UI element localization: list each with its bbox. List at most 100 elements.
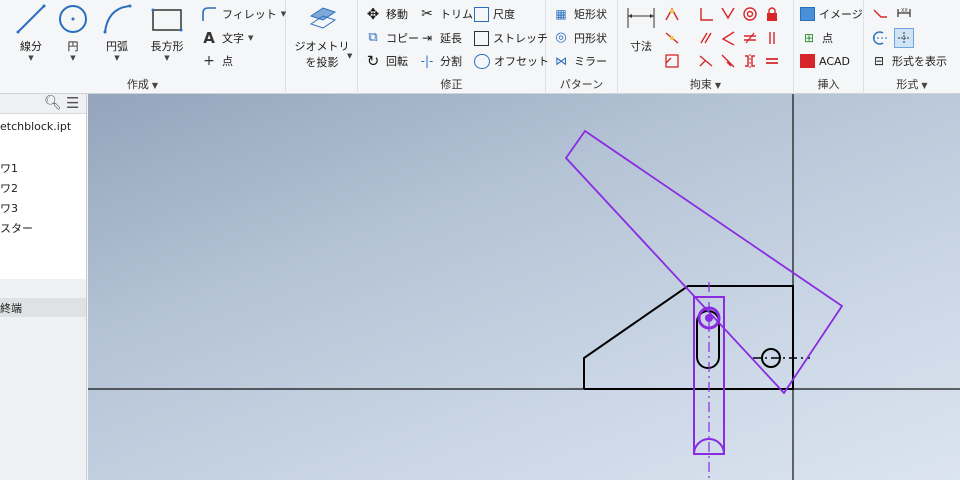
projected-arm [564,129,844,395]
chevron-down-icon[interactable]: ▼ [347,52,352,60]
copy-icon: ⧉ [368,30,378,45]
end-of-part-row[interactable]: 終端 [0,298,86,317]
arc-label: 円弧 [106,40,128,53]
collinear-icon[interactable] [662,28,682,48]
extend-button[interactable]: ⇥ 延長 [418,28,462,48]
chevron-down-icon: ▼ [28,54,34,62]
show-format-button[interactable]: ⊟ 形式を表示 [870,51,947,71]
insert-acad-button[interactable]: ACAD [800,51,850,71]
split-icon: -|- [420,54,434,68]
equal-slant-icon[interactable] [740,28,760,48]
modify-panel-title: 修正 [440,78,463,91]
scale-button[interactable]: 尺度 [474,4,515,24]
chevron-down-icon: ▼ [151,81,159,90]
dimension-icon [627,8,655,28]
browser-item[interactable]: ワ3 [0,200,18,216]
acad-icon [800,54,815,68]
stretch-button[interactable]: ストレッチ [474,28,548,48]
horizontal-icon[interactable] [696,51,716,71]
menu-icon[interactable]: ☰ [66,94,79,112]
point-button[interactable]: + 点 [200,51,233,71]
ribbon: 線分 ▼ 円 ▼ 円弧 ▼ 長方形 ▼ フィレット ▼ A 文字 ▼ + 点 作… [0,0,960,94]
mirror-icon: ⋈ [555,54,567,68]
parallel-icon[interactable] [696,28,716,48]
rectangle-button[interactable]: 長方形 ▼ [143,2,191,62]
rectangle-icon [151,8,183,32]
constrain-panel: 寸法 拘束 ▼ [618,0,794,94]
sketch-drawing [88,94,960,480]
dimension-button[interactable]: 寸法 [622,2,660,54]
format-panel: XX ⊟ 形式を表示 形式 ▼ [864,0,960,94]
chevron-down-icon: ▼ [70,54,76,62]
rectangle-label: 長方形 [150,40,184,53]
perpendicular-icon[interactable] [696,4,716,24]
insert-panel-title: 挿入 [817,78,840,91]
dimension-label: 寸法 [630,40,652,53]
modify-panel: ✥ 移動 ⧉ コピー ↻ 回転 ✂ トリム ⇥ 延長 -|- 分割 尺度 ストレッチ オフセ… [358,0,549,94]
move-button[interactable]: ✥ 移動 [364,4,408,24]
circle-label: 円 [67,40,79,53]
pattern-panel-title: パターン [559,78,604,91]
points-icon: ⊞ [803,31,815,45]
constrain-panel-title[interactable]: 拘束 ▼ [618,76,793,92]
browser-item[interactable]: スター [0,220,33,236]
copy-button[interactable]: ⧉ コピー [364,28,419,48]
create-panel-title[interactable]: 作成 ▼ [0,76,285,92]
browser-item[interactable]: ワ2 [0,180,18,196]
model-browser: 🔍︎ ☰ etchblock.ipt ワ1 ワ2 ワ3 スター 終端 [0,94,87,480]
scale-icon [474,6,489,22]
create-panel: 線分 ▼ 円 ▼ 円弧 ▼ 長方形 ▼ フィレット ▼ A 文字 ▼ + 点 作… [0,0,286,94]
project-geometry-button[interactable]: ジオメトリ を投影 [290,2,354,70]
project-label-1: ジオメトリ [294,40,350,53]
part-profile [583,285,794,390]
symmetric-icon[interactable] [740,51,760,71]
extend-icon: ⇥ [421,31,433,45]
center-point-icon[interactable] [894,28,914,48]
arc-icon [103,4,132,34]
driven-dimension-icon[interactable]: XX [894,4,914,24]
text-button[interactable]: A 文字 ▼ [200,28,253,48]
text-icon: A [203,29,215,47]
svg-text:XX: XX [901,8,908,14]
split-button[interactable]: -|- 分割 [418,51,462,71]
text-label: 文字 [222,32,244,45]
vertical-icon[interactable] [762,28,782,48]
concentric-icon[interactable] [662,51,682,71]
pattern-panel: ▦ 矩形状 ◎ 円形状 ⋈ ミラー パターン [546,0,618,94]
browser-item[interactable]: ワ1 [0,160,18,176]
centerline-icon[interactable] [870,28,890,48]
tangent-icon[interactable] [718,4,738,24]
equal-icon[interactable] [762,51,782,71]
rect-pattern-button[interactable]: ▦ 矩形状 [552,4,607,24]
format-panel-title[interactable]: 形式 ▼ [864,76,960,92]
circle-icon [59,5,87,33]
fillet-button[interactable]: フィレット ▼ [200,4,286,24]
line-button[interactable]: 線分 ▼ [8,2,54,62]
circular-pattern-button[interactable]: ◎ 円形状 [552,28,607,48]
rotate-button[interactable]: ↻ 回転 [364,51,408,71]
projected-pin-inner [705,314,713,322]
fix-icon[interactable] [718,51,738,71]
chevron-down-icon: ▼ [921,81,928,90]
circular-pattern-icon: ◎ [555,30,567,45]
project-geometry-icon [309,7,337,29]
circle-button[interactable]: 円 ▼ [50,2,96,62]
coincident-icon[interactable] [662,4,682,24]
construction-icon[interactable] [870,4,890,24]
chevron-down-icon: ▼ [114,54,120,62]
browser-file-node[interactable]: etchblock.ipt [0,120,71,133]
arc-button[interactable]: 円弧 ▼ [94,2,140,62]
angle-icon[interactable] [718,28,738,48]
smooth-icon[interactable] [740,4,760,24]
insert-points-button[interactable]: ⊞ 点 [800,28,833,48]
lock-icon[interactable] [762,4,782,24]
offset-button[interactable]: オフセット [474,51,549,71]
sketch-canvas[interactable] [88,94,960,480]
search-icon[interactable]: 🔍︎ [44,95,62,111]
project-panel: ジオメトリ を投影 ▼ [286,0,358,94]
trim-button[interactable]: ✂ トリム [418,4,473,24]
line-icon [16,4,46,34]
insert-image-button[interactable]: イメージ [800,4,863,24]
fillet-icon [202,7,216,21]
mirror-button[interactable]: ⋈ ミラー [552,51,607,71]
